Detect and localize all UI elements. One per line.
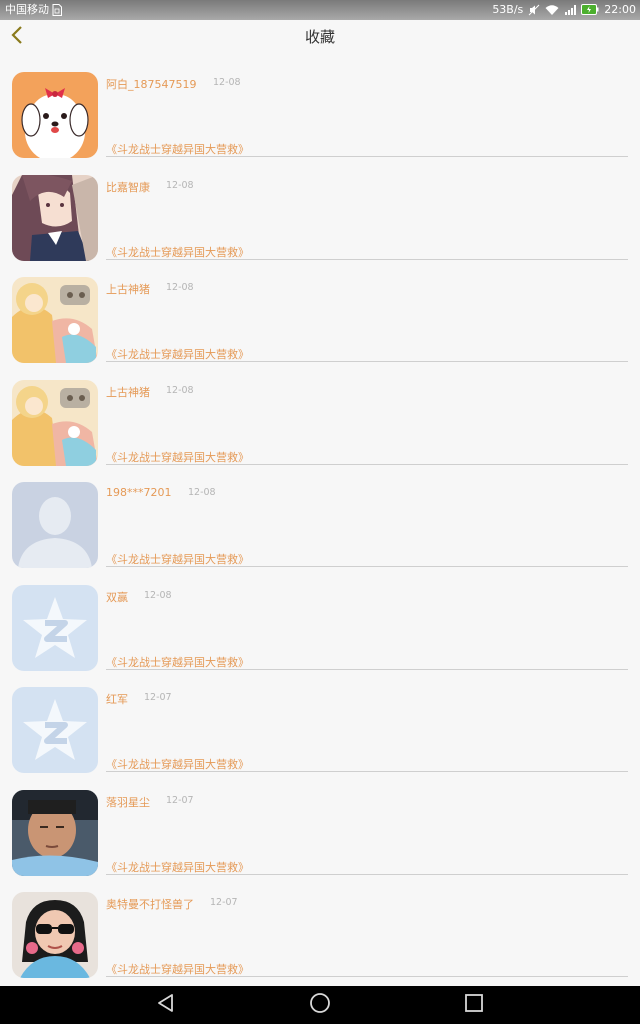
favorite-title-link[interactable]: 《斗龙战士穿越异国大营救》 — [106, 141, 249, 157]
favorite-title-link[interactable]: 《斗龙战士穿越异国大营救》 — [106, 551, 249, 567]
favorites-list: 阿白_187547519 12-08 《斗龙战士穿越异国大营救》 比嘉智康 12-08 《… — [0, 54, 640, 978]
nav-back-button[interactable] — [153, 992, 179, 1018]
user-name[interactable]: 比嘉智康 — [106, 179, 150, 195]
post-date: 12-08 — [166, 384, 194, 396]
favorite-title-link[interactable]: 《斗龙战士穿越异国大营救》 — [106, 859, 249, 875]
avatar[interactable] — [12, 277, 98, 363]
status-left: 中国移动 — [5, 0, 62, 20]
signal-icon — [564, 0, 577, 20]
triangle-back-icon — [156, 993, 176, 1017]
clock: 22:00 — [604, 3, 636, 16]
avatar[interactable] — [12, 379, 98, 466]
user-name[interactable]: 198***7201 — [106, 486, 172, 499]
list-item[interactable]: 比嘉智康 12-08 《斗龙战士穿越异国大营救》 — [0, 157, 640, 261]
favorite-title-link[interactable]: 《斗龙战士穿越异国大营救》 — [106, 961, 249, 977]
avatar[interactable] — [12, 174, 98, 261]
favorite-title-link[interactable]: 《斗龙战士穿越异国大营救》 — [106, 346, 249, 362]
avatar[interactable] — [12, 687, 98, 773]
header: 收藏 — [0, 20, 640, 54]
network-speed: 53B/s — [492, 3, 524, 16]
user-name[interactable]: 上古神猪 — [106, 281, 150, 297]
post-date: 12-08 — [144, 589, 172, 601]
list-item[interactable]: 落羽星尘 12-07 《斗龙战士穿越异国大营救》 — [0, 772, 640, 876]
post-date: 12-08 — [166, 179, 194, 191]
favorite-title-link[interactable]: 《斗龙战士穿越异国大营救》 — [106, 449, 249, 465]
post-date: 12-08 — [166, 282, 194, 293]
carrier-label: 中国移动 — [5, 3, 49, 16]
status-right: 53B/s 22:00 — [492, 0, 636, 20]
list-item[interactable]: 上古神猪 12-08 《斗龙战士穿越异国大营救》 — [0, 259, 640, 363]
wifi-icon — [545, 0, 559, 20]
list-item[interactable]: 奥特曼不打怪兽了 12-07 《斗龙战士穿越异国大营救》 — [0, 874, 640, 978]
user-name[interactable]: 红军 — [106, 691, 128, 707]
status-bar: 中国移动 53B/s 22:00 — [0, 0, 640, 20]
navigation-bar — [0, 986, 640, 1024]
avatar[interactable] — [12, 789, 98, 876]
battery-icon — [581, 0, 599, 20]
list-item[interactable]: 上古神猪 12-08 《斗龙战士穿越异国大营救》 — [0, 362, 640, 466]
list-item[interactable]: 双赢 12-08 《斗龙战士穿越异国大营救》 — [0, 567, 640, 671]
list-item[interactable]: 198***7201 12-08 《斗龙战士穿越异国大营救》 — [0, 464, 640, 568]
list-item[interactable]: 阿白_187547519 12-08 《斗龙战士穿越异国大营救》 — [0, 54, 640, 158]
user-name[interactable]: 上古神猪 — [106, 384, 150, 400]
post-date: 12-07 — [144, 692, 172, 703]
post-date: 12-07 — [210, 897, 238, 908]
avatar[interactable] — [12, 584, 98, 671]
post-date: 12-08 — [188, 487, 216, 498]
square-recents-icon — [464, 993, 484, 1017]
avatar[interactable] — [12, 482, 98, 568]
user-name[interactable]: 双赢 — [106, 589, 128, 605]
favorite-title-link[interactable]: 《斗龙战士穿越异国大营救》 — [106, 244, 249, 260]
circle-home-icon — [309, 992, 331, 1018]
user-name[interactable]: 奥特曼不打怪兽了 — [106, 896, 194, 912]
user-name[interactable]: 阿白_187547519 — [106, 76, 197, 92]
sim-card-icon — [52, 0, 62, 20]
nav-home-button[interactable] — [307, 992, 333, 1018]
post-date: 12-08 — [213, 77, 241, 88]
nav-recents-button[interactable] — [461, 992, 487, 1018]
user-name[interactable]: 落羽星尘 — [106, 794, 150, 810]
divider — [106, 976, 628, 977]
favorite-title-link[interactable]: 《斗龙战士穿越异国大营救》 — [106, 654, 249, 670]
post-date: 12-07 — [166, 794, 194, 806]
avatar[interactable] — [12, 892, 98, 978]
favorite-title-link[interactable]: 《斗龙战士穿越异国大营救》 — [106, 756, 249, 772]
mute-icon — [528, 0, 540, 20]
avatar[interactable] — [12, 72, 98, 158]
page-title: 收藏 — [304, 28, 335, 46]
list-item[interactable]: 红军 12-07 《斗龙战士穿越异国大营救》 — [0, 669, 640, 773]
